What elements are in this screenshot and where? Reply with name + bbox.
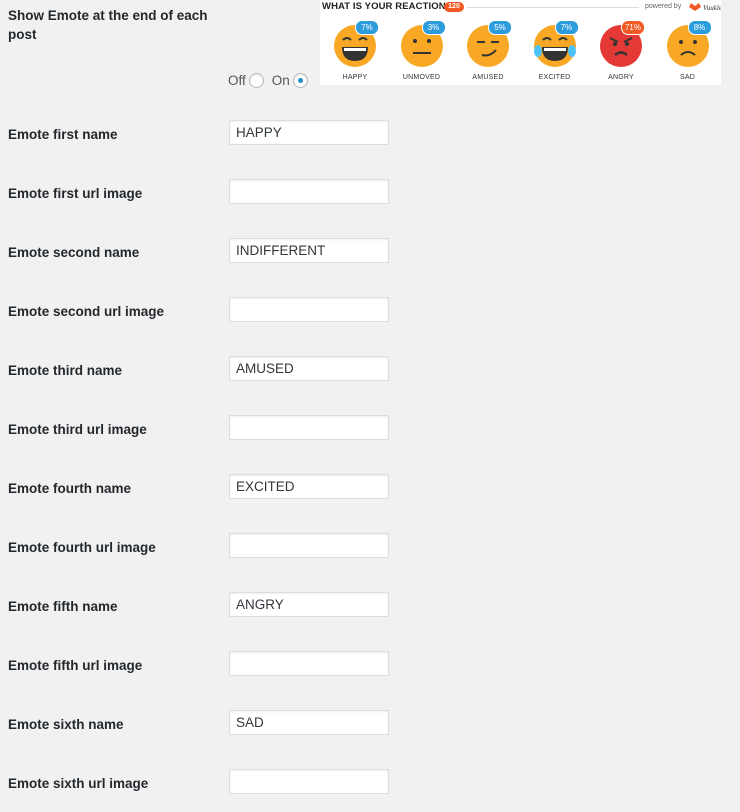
emote-percent-badge: 5% xyxy=(488,20,512,35)
emote-label: SAD xyxy=(680,74,695,81)
field-label: Emote second name xyxy=(8,245,140,260)
emote-label: UNMOVED xyxy=(402,74,441,81)
emote-name-input[interactable] xyxy=(229,356,389,381)
vuukle-logo-icon xyxy=(689,3,701,11)
field-label: Emote fifth url image xyxy=(8,658,143,673)
field-label: Emote second url image xyxy=(8,304,165,319)
emote-option-unmoved[interactable]: 3% UNMOVED xyxy=(389,18,455,85)
emote-name-input[interactable] xyxy=(229,592,389,617)
emote-percent-badge: 3% xyxy=(421,20,446,35)
emote-url-input[interactable] xyxy=(229,769,389,794)
emote-url-input[interactable] xyxy=(229,533,389,558)
off-radio[interactable] xyxy=(248,72,264,88)
field-label: Emote third name xyxy=(8,363,123,378)
on-radio[interactable] xyxy=(292,72,308,88)
emote-url-input[interactable] xyxy=(229,651,389,676)
emote-name-input[interactable] xyxy=(229,120,389,145)
on-label: On xyxy=(271,72,290,88)
emote-label: HAPPY xyxy=(342,74,368,81)
emote-percent-badge: 7% xyxy=(355,20,379,35)
title-divider xyxy=(467,7,639,8)
emote-label: ANGRY xyxy=(608,74,634,81)
emote-option-happy[interactable]: 7% HAPPY xyxy=(322,18,388,85)
emote-label: EXCITED xyxy=(538,74,571,81)
emote-option-excited[interactable]: 7% EXCITED xyxy=(522,18,588,85)
emote-url-input[interactable] xyxy=(229,415,389,440)
emote-name-input[interactable] xyxy=(229,710,389,735)
emote-label: AMUSED xyxy=(472,74,504,81)
emote-name-input[interactable] xyxy=(229,238,389,263)
powered-by-text: powered by xyxy=(645,3,682,10)
emote-percent-badge: 7% xyxy=(554,20,579,35)
emote-percent-badge: 8% xyxy=(687,20,712,35)
emote-option-amused[interactable]: 5% AMUSED xyxy=(455,18,521,85)
show-emote-radio-group: Off On xyxy=(228,71,316,89)
reaction-count-badge: 120 xyxy=(444,2,464,12)
off-label: Off xyxy=(228,72,246,88)
field-label: Emote sixth url image xyxy=(8,776,149,791)
field-label: Emote first url image xyxy=(8,186,143,201)
vuukle-logo: Vuukle xyxy=(687,1,721,12)
emote-url-input[interactable] xyxy=(229,179,389,204)
widget-title: WHAT IS YOUR REACTION? xyxy=(322,1,452,12)
field-label: Emote sixth name xyxy=(8,717,124,732)
reaction-widget-preview: WHAT IS YOUR REACTION? 120 powered by Vu… xyxy=(320,0,721,85)
vuukle-logo-text: Vuukle xyxy=(703,4,721,12)
field-label: Emote third url image xyxy=(8,422,147,437)
field-label: Emote fourth url image xyxy=(8,540,156,555)
emote-option-sad[interactable]: 8% SAD xyxy=(655,18,721,85)
emote-percent-badge: 71% xyxy=(621,20,645,35)
emote-url-input[interactable] xyxy=(229,297,389,322)
show-emote-label: Show Emote at the end of each post xyxy=(8,8,208,42)
field-label: Emote fourth name xyxy=(8,481,132,496)
emote-option-angry[interactable]: 71% ANGRY xyxy=(588,18,654,85)
emote-name-input[interactable] xyxy=(229,474,389,499)
field-label: Emote first name xyxy=(8,127,118,142)
field-label: Emote fifth name xyxy=(8,599,118,614)
